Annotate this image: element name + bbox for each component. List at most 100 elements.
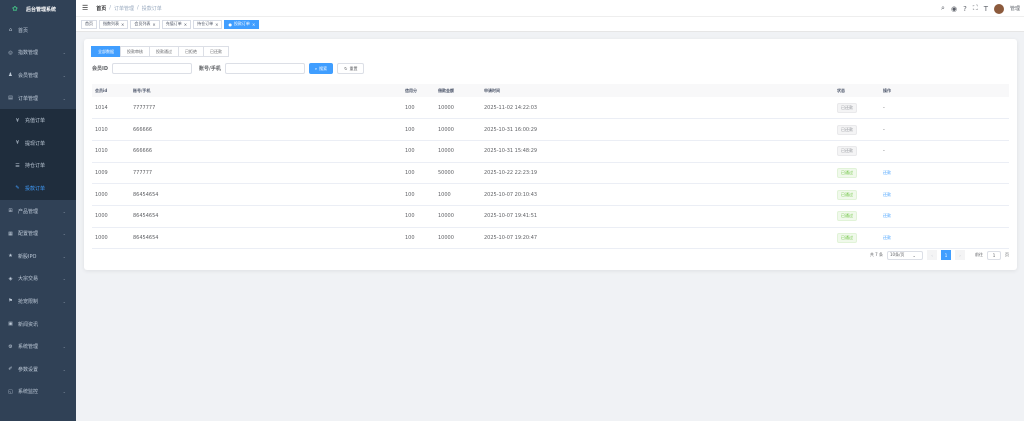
table-row: 1000 86454654 100 10000 2025-10-07 19:41:51 已… (92, 205, 1009, 228)
sidebar-item[interactable]: ✐ 参数设置 ⌄ (0, 358, 76, 381)
goto-input[interactable]: 1 (987, 250, 1001, 260)
chart-icon: ◈ (8, 275, 13, 282)
breadcrumb-orders: 订单管理 (113, 5, 134, 12)
table-cell: 7777777 (130, 97, 402, 120)
table-cell: 86454654 (130, 183, 402, 206)
sidebar-item[interactable]: ¥ 提现订单 (0, 131, 76, 155)
table-cell: 100 (402, 183, 435, 206)
table-cell: 100 (402, 227, 435, 250)
hamburger-icon[interactable]: ☰ (82, 4, 88, 12)
column-header: 信用分 (402, 84, 435, 97)
table-cell: 10000 (435, 118, 481, 141)
sidebar-item[interactable]: ◱ 系统监控 ⌄ (0, 381, 76, 404)
column-header: 会员id (92, 84, 130, 97)
table-cell: 2025-10-22 22:23:19 (481, 162, 834, 185)
github-icon[interactable]: ◉ (951, 5, 957, 13)
status-tab[interactable]: 已拒绝 (178, 46, 204, 57)
help-icon[interactable]: ? (963, 5, 967, 13)
app-title: 后台管理系统 (26, 7, 57, 13)
chevron-down-icon: ⌄ (62, 276, 66, 282)
page-button[interactable]: 1 (941, 250, 951, 260)
sidebar-item-label: 新闻资讯 (18, 321, 39, 328)
table-cell: 10000 (435, 140, 481, 163)
reset-button[interactable]: ↻ 重置 (337, 63, 365, 74)
target-icon: ◎ (8, 49, 13, 56)
sidebar-item[interactable]: ⚑ 抢宠限制 ⌄ (0, 290, 76, 313)
sidebar-item[interactable]: ¥ 充值订单 (0, 109, 76, 132)
sidebar-item[interactable]: ▣ 新闻资讯 (0, 313, 76, 336)
username[interactable]: 管理 (1010, 5, 1020, 12)
tag-item[interactable]: 会员列表 × (130, 19, 160, 29)
sidebar-item[interactable]: ☰ 持仓订单 (0, 154, 76, 178)
status-badge: 已通过 (837, 232, 857, 243)
sidebar-item[interactable]: ◈ 大宗交易 ⌄ (0, 268, 76, 291)
status-tab[interactable]: 投款通过 (149, 46, 179, 57)
page-size-select[interactable]: 10条/页 ⌄ (887, 250, 923, 260)
close-icon[interactable]: × (184, 22, 187, 27)
chevron-down-icon: ⌄ (62, 389, 66, 395)
close-icon[interactable]: × (152, 22, 155, 27)
sidebar-item-label: 大宗交易 (18, 276, 39, 283)
sidebar-item[interactable]: ⚙ 系统管理 ⌄ (0, 335, 76, 358)
gear-icon: ⚙ (8, 343, 13, 350)
tag-item[interactable]: 首页 (81, 19, 97, 29)
avatar[interactable] (993, 3, 1004, 14)
table-cell: - (880, 140, 1009, 163)
tag-item[interactable]: 指数列表 × (99, 19, 129, 29)
status-tab[interactable]: 全部数据 (91, 46, 121, 57)
refresh-icon: ↻ (344, 66, 348, 71)
table-cell: 已还款 (834, 140, 880, 163)
sidebar-item[interactable]: ⊞ 产品管理 ⌄ (0, 200, 76, 223)
tags-view: 首页 指数列表 × 会员列表 × 充值订单 × 持仓订单 × ● 投款订单 × (76, 17, 1024, 32)
sidebar-item[interactable]: ▤ 订单管理 ⌄ (0, 87, 76, 110)
close-icon[interactable]: × (252, 22, 255, 27)
table-cell: 还款 (880, 205, 1009, 228)
account-input[interactable] (224, 63, 305, 74)
sidebar-item-label: 配置管理 (18, 231, 39, 238)
tag-item[interactable]: 充值订单 × (161, 19, 192, 29)
table-cell: 已还款 (834, 97, 880, 120)
yen-icon: ¥ (15, 117, 20, 124)
table-cell: 2025-10-07 19:41:51 (481, 205, 834, 228)
filter-form: 会员ID 账号/手机 ⌕ 搜索 ↻ 重置 (92, 63, 365, 74)
prev-page-button[interactable]: ‹ (927, 250, 937, 260)
table-cell: 777777 (130, 162, 402, 185)
chevron-down-icon: ⌄ (62, 50, 66, 56)
sidebar-item[interactable]: ✎ 投款订单 (0, 177, 76, 200)
sidebar-item-label: 订单管理 (18, 95, 39, 102)
table-cell: 还款 (880, 183, 1009, 206)
table-cell: 已通过 (834, 227, 880, 250)
news-icon: ▣ (8, 321, 13, 328)
font-size-icon[interactable]: T (984, 5, 988, 13)
table-cell: 2025-10-31 16:00:29 (481, 118, 834, 141)
tag-item[interactable]: ● 投款订单 × (224, 19, 260, 29)
breadcrumb-home[interactable]: 首页 (96, 5, 106, 12)
sidebar-item[interactable]: ★ 新股IPO ⌄ (0, 245, 76, 268)
next-page-button[interactable]: › (955, 250, 965, 260)
close-icon[interactable]: × (215, 22, 218, 27)
repay-link[interactable]: 还款 (883, 170, 891, 175)
dot-icon: ● (228, 21, 232, 27)
lotus-icon: ✿ (12, 5, 18, 13)
sidebar-item[interactable]: ▦ 配置管理 ⌄ (0, 222, 76, 245)
repay-link[interactable]: 还款 (883, 235, 891, 240)
status-badge: 已还款 (837, 124, 857, 135)
search-button[interactable]: ⌕ 搜索 (308, 63, 334, 74)
status-tab[interactable]: 投款审核 (120, 46, 150, 57)
sidebar-item[interactable]: ♟ 会员管理 ⌄ (0, 64, 76, 87)
sidebar-item[interactable]: ⌂ 首页 (0, 19, 76, 42)
yen-icon: ¥ (15, 140, 20, 147)
close-icon[interactable]: × (121, 22, 124, 27)
status-badge: 已通过 (837, 167, 857, 178)
repay-link[interactable]: 还款 (883, 192, 891, 197)
sidebar-item[interactable]: ◎ 指数管理 ⌄ (0, 42, 76, 65)
search-icon[interactable]: ⌕ (941, 4, 945, 13)
table-cell: 50000 (435, 162, 481, 185)
fullscreen-icon[interactable]: ⛶ (973, 4, 978, 13)
tag-item[interactable]: 持仓订单 × (193, 19, 223, 29)
member-id-input[interactable] (112, 63, 193, 74)
table-cell: - (880, 97, 1009, 120)
repay-link[interactable]: 还款 (883, 213, 891, 218)
table-row: 1010 666666 100 10000 2025-10-31 15:48:29 已还款… (92, 140, 1009, 163)
status-tab[interactable]: 已还款 (203, 46, 229, 57)
